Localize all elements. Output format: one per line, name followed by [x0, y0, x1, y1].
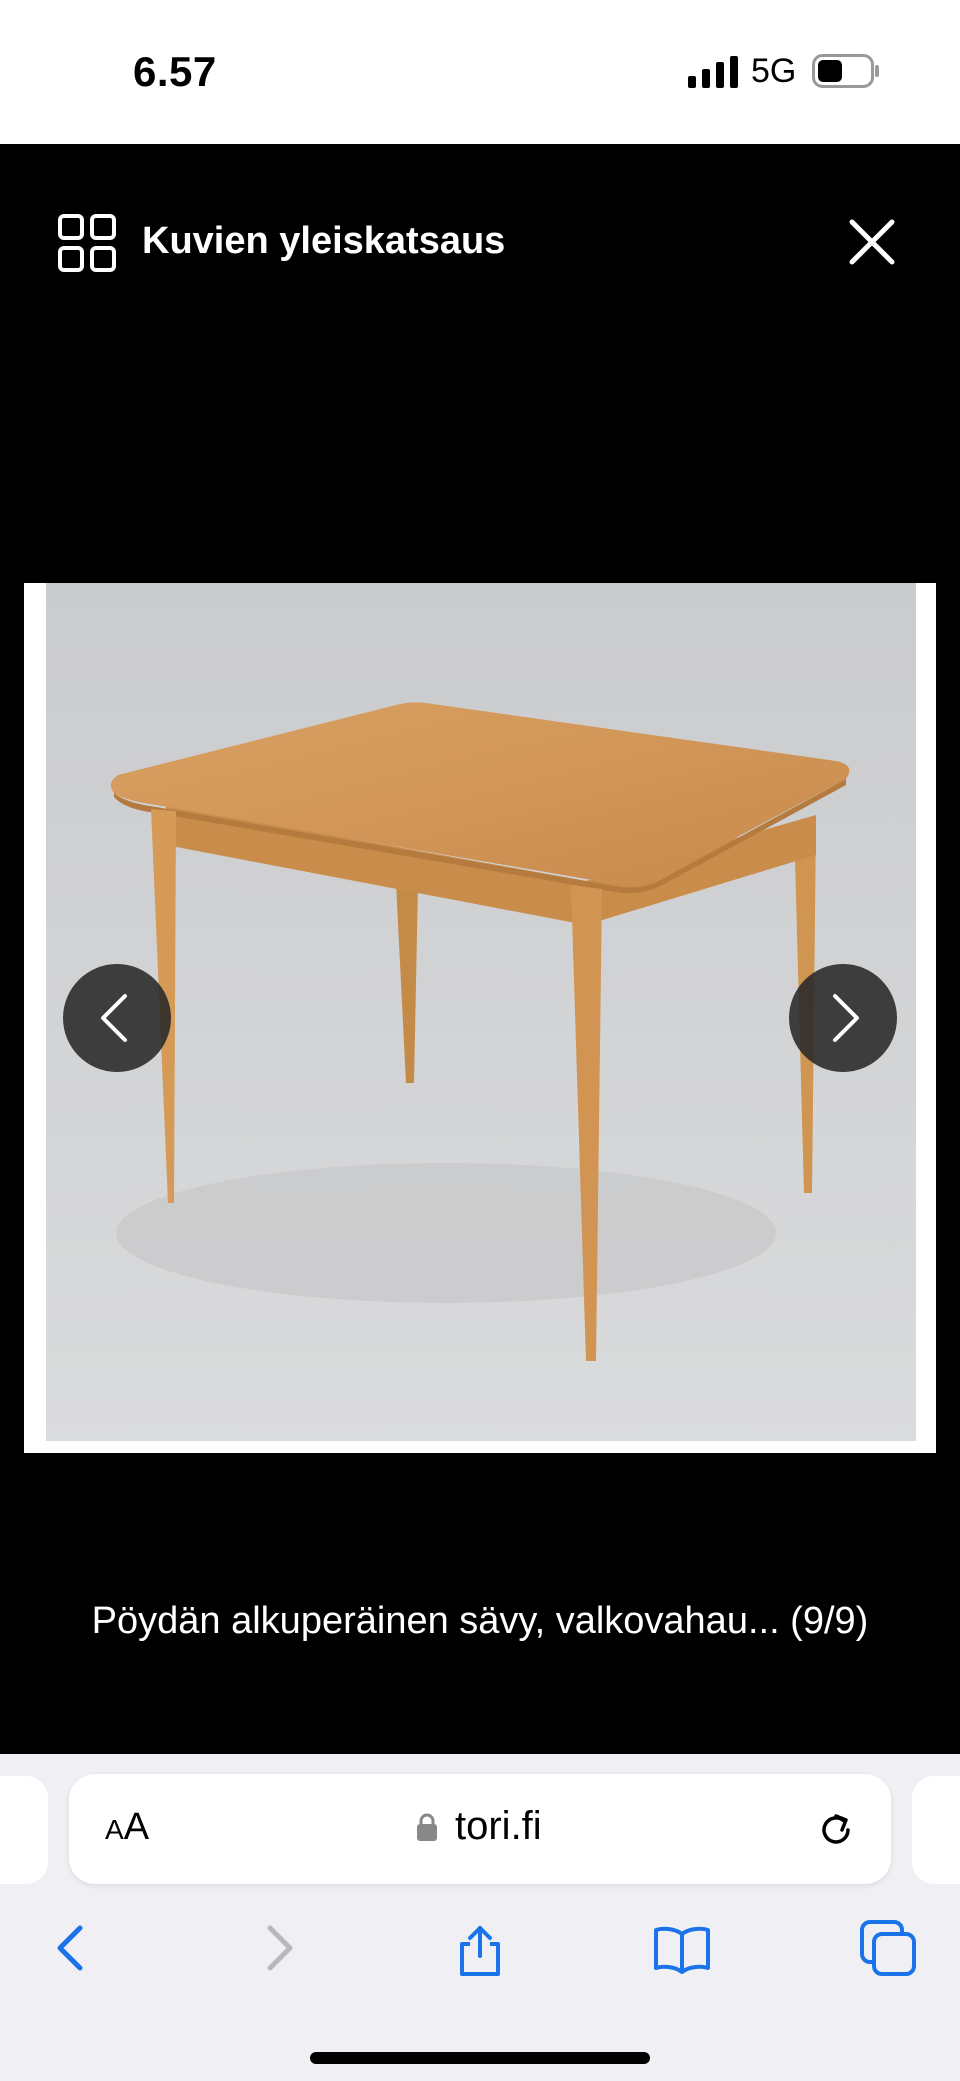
next-tab-preview[interactable] [912, 1776, 960, 1884]
text-size-large-a: A [123, 1806, 150, 1848]
url-text[interactable]: tori.fi [455, 1804, 542, 1849]
grid-icon[interactable] [58, 214, 116, 272]
chevron-left-icon [101, 994, 127, 1042]
lock-icon [417, 1813, 437, 1841]
chevron-right-icon [833, 994, 859, 1042]
viewer-title[interactable]: Kuvien yleiskatsaus [142, 220, 505, 263]
previous-tab-preview[interactable] [0, 1776, 48, 1884]
close-button[interactable] [842, 212, 902, 272]
reload-icon[interactable] [814, 1808, 858, 1852]
close-icon [849, 219, 895, 265]
status-time: 6.57 [133, 48, 217, 95]
previous-image-button[interactable] [63, 964, 171, 1072]
tabs-icon [860, 1920, 916, 1976]
home-indicator [310, 2052, 650, 2064]
address-bar[interactable]: AA tori.fi [69, 1774, 891, 1884]
image-viewer: Kuvien yleiskatsaus Pöydän alkuperäinen … [0, 144, 960, 1754]
next-image-button[interactable] [789, 964, 897, 1072]
network-label: 5G [751, 52, 797, 90]
share-button[interactable] [448, 1916, 512, 1980]
bookmarks-button[interactable] [650, 1916, 714, 1980]
image-caption: Pöydän alkuperäinen sävy, valkovahau... … [91, 1600, 869, 1642]
browser-bottom-bar: AA tori.fi [0, 1754, 960, 2081]
text-size-small-a: A [105, 1814, 124, 1845]
forward-button[interactable] [246, 1916, 310, 1980]
forward-icon [267, 1925, 293, 1971]
bookmarks-icon [654, 1926, 710, 1974]
status-bar: 6.57 5G [0, 0, 960, 144]
text-size-button[interactable]: AA [105, 1806, 149, 1849]
signal-bars-icon [688, 56, 738, 88]
tabs-button[interactable] [856, 1916, 920, 1980]
battery-icon [812, 54, 879, 88]
share-icon [460, 1926, 500, 1976]
wooden-table-photo [46, 583, 916, 1441]
viewer-header: Kuvien yleiskatsaus [0, 204, 960, 274]
back-button[interactable] [40, 1916, 104, 1980]
back-icon [57, 1925, 83, 1971]
